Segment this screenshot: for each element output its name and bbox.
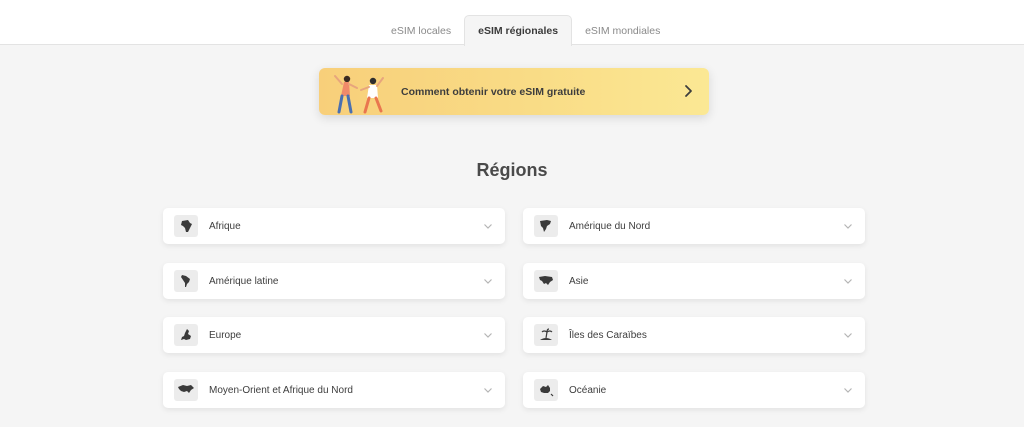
europe-map-icon	[174, 324, 198, 346]
tab-global-esim[interactable]: eSIM mondiales	[572, 16, 673, 46]
region-label: Îles des Caraïbes	[569, 329, 647, 341]
oceania-map-icon	[534, 379, 558, 401]
chevron-down-icon	[484, 279, 492, 284]
chevron-down-icon	[484, 224, 492, 229]
north-america-map-icon	[534, 215, 558, 237]
region-label: Asie	[569, 275, 589, 287]
region-label: Amérique latine	[209, 275, 279, 287]
chevron-down-icon	[844, 333, 852, 338]
region-item-caribbean[interactable]: Îles des Caraïbes	[523, 317, 865, 353]
region-item-middle-east-north-africa[interactable]: Moyen-Orient et Afrique du Nord	[163, 372, 505, 408]
region-item-asia[interactable]: Asie	[523, 263, 865, 299]
chevron-down-icon	[844, 388, 852, 393]
region-item-europe[interactable]: Europe	[163, 317, 505, 353]
dancing-people-illustration	[334, 75, 384, 114]
region-label: Europe	[209, 329, 242, 341]
asia-map-icon	[534, 270, 558, 292]
caribbean-island-icon	[534, 324, 558, 346]
region-label: Afrique	[209, 220, 241, 232]
promo-text: Comment obtenir votre eSIM gratuite	[401, 85, 586, 98]
chevron-right-icon	[685, 85, 692, 97]
regions-heading: Régions	[476, 160, 548, 180]
middle-east-map-icon	[174, 379, 198, 401]
chevron-down-icon	[484, 333, 492, 338]
free-esim-promo-banner[interactable]: Comment obtenir votre eSIM gratuite	[319, 68, 709, 115]
chevron-down-icon	[844, 279, 852, 284]
region-label: Océanie	[569, 384, 607, 396]
region-item-africa[interactable]: Afrique	[163, 208, 505, 244]
region-label: Moyen-Orient et Afrique du Nord	[209, 384, 353, 396]
region-item-oceania[interactable]: Océanie	[523, 372, 865, 408]
region-item-latin-america[interactable]: Amérique latine	[163, 263, 505, 299]
tab-regional-esim[interactable]: eSIM régionales	[464, 15, 573, 46]
chevron-down-icon	[484, 388, 492, 393]
latin-america-map-icon	[174, 270, 198, 292]
tab-local-esim[interactable]: eSIM locales	[378, 16, 464, 46]
chevron-down-icon	[844, 224, 852, 229]
top-bar: eSIM locales eSIM régionales eSIM mondia…	[0, 0, 1024, 46]
region-item-north-america[interactable]: Amérique du Nord	[523, 208, 865, 244]
africa-map-icon	[174, 215, 198, 237]
esim-type-tabs: eSIM locales eSIM régionales eSIM mondia…	[378, 15, 673, 46]
region-label: Amérique du Nord	[569, 220, 651, 232]
